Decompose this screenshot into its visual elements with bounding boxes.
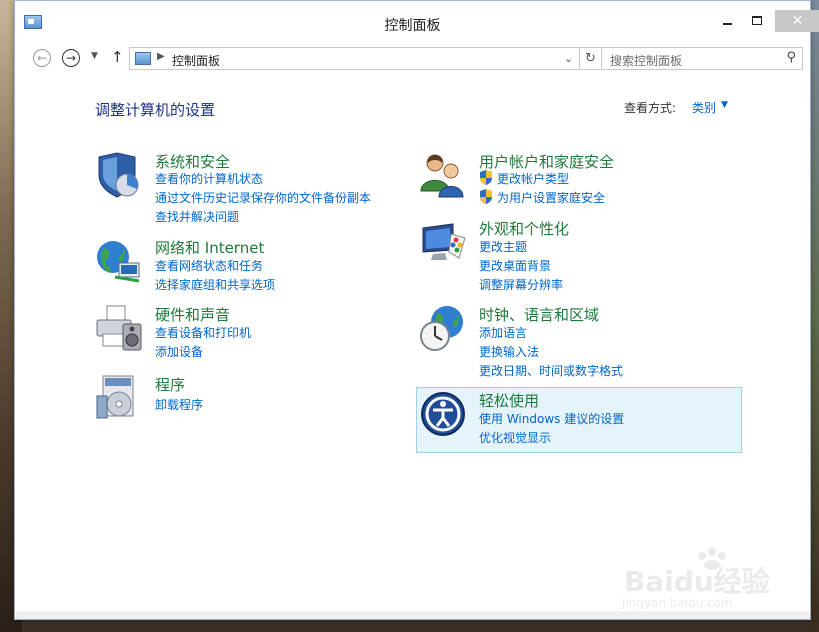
link-change-desktop-background[interactable]: 更改桌面背景 bbox=[479, 257, 551, 274]
control-panel-window: 控制面板 ✕ ← → ▼ ↑ ▶ 控制面板 ⌄ ↻ 搜索控制面板 ⚲ 调整计算机… bbox=[14, 0, 819, 620]
link-uninstall-program[interactable]: 卸载程序 bbox=[155, 396, 203, 413]
system-security-shield-icon bbox=[98, 152, 139, 198]
maximize-icon bbox=[752, 16, 762, 25]
link-troubleshoot[interactable]: 查找并解决问题 bbox=[155, 208, 239, 225]
view-by-label: 查看方式: bbox=[624, 101, 677, 115]
recent-locations-chevron-icon[interactable]: ▼ bbox=[91, 51, 98, 61]
category-title-appearance[interactable]: 外观和个性化 bbox=[479, 218, 569, 239]
programs-disc-icon bbox=[96, 375, 134, 419]
back-arrow-icon[interactable]: ← bbox=[33, 49, 51, 67]
navigation-bar: ← → ▼ ↑ ▶ 控制面板 ⌄ ↻ 搜索控制面板 ⚲ bbox=[15, 41, 810, 77]
category-title-programs[interactable]: 程序 bbox=[155, 374, 185, 395]
monitor-palette-icon bbox=[422, 223, 466, 260]
watermark-url: jingyan.baidu.com bbox=[622, 596, 733, 610]
link-network-status-tasks[interactable]: 查看网络状态和任务 bbox=[155, 257, 263, 274]
link-file-history-backup[interactable]: 通过文件历史记录保存你的文件备份副本 bbox=[155, 189, 371, 206]
link-change-date-time-format[interactable]: 更改日期、时间或数字格式 bbox=[479, 362, 623, 379]
network-globe-icon bbox=[97, 241, 140, 283]
view-by-dropdown[interactable]: 类别 bbox=[692, 99, 716, 116]
watermark-main-text: Baidu经验 bbox=[624, 565, 770, 598]
category-title-network-internet[interactable]: 网络和 Internet bbox=[155, 237, 264, 258]
link-windows-recommended-settings[interactable]: 使用 Windows 建议的设置 bbox=[479, 410, 624, 427]
ease-of-access-icon bbox=[421, 392, 465, 436]
maximize-button[interactable] bbox=[743, 10, 771, 32]
clock-globe-icon bbox=[420, 306, 463, 351]
minimize-icon bbox=[722, 23, 732, 25]
link-homegroup-sharing[interactable]: 选择家庭组和共享选项 bbox=[155, 276, 275, 293]
window-title: 控制面板 bbox=[384, 18, 441, 34]
forward-arrow-icon[interactable]: → bbox=[62, 49, 80, 67]
breadcrumb-separator-icon[interactable]: ▶ bbox=[157, 51, 165, 62]
link-view-computer-status[interactable]: 查看你的计算机状态 bbox=[155, 170, 263, 187]
uac-shield-icon bbox=[480, 189, 492, 204]
category-title-system-security[interactable]: 系统和安全 bbox=[155, 151, 230, 172]
category-title-clock-language-region[interactable]: 时钟、语言和区域 bbox=[479, 304, 599, 325]
link-change-theme[interactable]: 更改主题 bbox=[479, 238, 527, 255]
page-heading: 调整计算机的设置 bbox=[95, 101, 216, 119]
up-arrow-icon[interactable]: ↑ bbox=[111, 48, 124, 66]
link-optimize-visual-display[interactable]: 优化视觉显示 bbox=[479, 429, 551, 446]
control-panel-small-icon bbox=[135, 52, 151, 65]
minimize-button[interactable] bbox=[713, 10, 741, 32]
view-by-chevron-down-icon[interactable]: ▼ bbox=[721, 100, 728, 110]
breadcrumb-control-panel[interactable]: 控制面板 bbox=[172, 52, 220, 69]
link-adjust-resolution[interactable]: 调整屏幕分辨率 bbox=[479, 276, 563, 293]
printer-speaker-icon bbox=[96, 305, 142, 351]
title-bar: 控制面板 ✕ bbox=[15, 1, 819, 40]
link-add-device[interactable]: 添加设备 bbox=[155, 343, 203, 360]
search-box[interactable]: 搜索控制面板 ⚲ bbox=[601, 47, 803, 70]
users-icon bbox=[420, 154, 464, 198]
close-icon: ✕ bbox=[791, 13, 804, 29]
uac-shield-icon bbox=[480, 170, 492, 185]
refresh-icon[interactable]: ↻ bbox=[579, 48, 601, 69]
link-family-safety[interactable]: 为用户设置家庭安全 bbox=[497, 189, 605, 206]
search-icon[interactable]: ⚲ bbox=[786, 50, 796, 65]
address-dropdown-chevron-icon[interactable]: ⌄ bbox=[564, 52, 573, 65]
link-devices-printers[interactable]: 查看设备和打印机 bbox=[155, 324, 251, 341]
search-placeholder: 搜索控制面板 bbox=[610, 54, 683, 68]
link-change-account-type[interactable]: 更改帐户类型 bbox=[497, 170, 569, 187]
link-change-input-method[interactable]: 更换输入法 bbox=[479, 343, 539, 360]
category-title-hardware-sound[interactable]: 硬件和声音 bbox=[155, 304, 230, 325]
link-add-language[interactable]: 添加语言 bbox=[479, 324, 527, 341]
baidu-watermark: Baidu经验 jingyan.baidu.com bbox=[616, 548, 796, 612]
category-title-user-accounts[interactable]: 用户帐户和家庭安全 bbox=[479, 151, 614, 172]
category-title-ease-of-access[interactable]: 轻松使用 bbox=[479, 390, 539, 411]
window-bottom-border bbox=[15, 611, 810, 619]
address-bar[interactable]: ▶ 控制面板 ⌄ ↻ bbox=[129, 47, 602, 70]
close-button[interactable]: ✕ bbox=[775, 10, 819, 32]
